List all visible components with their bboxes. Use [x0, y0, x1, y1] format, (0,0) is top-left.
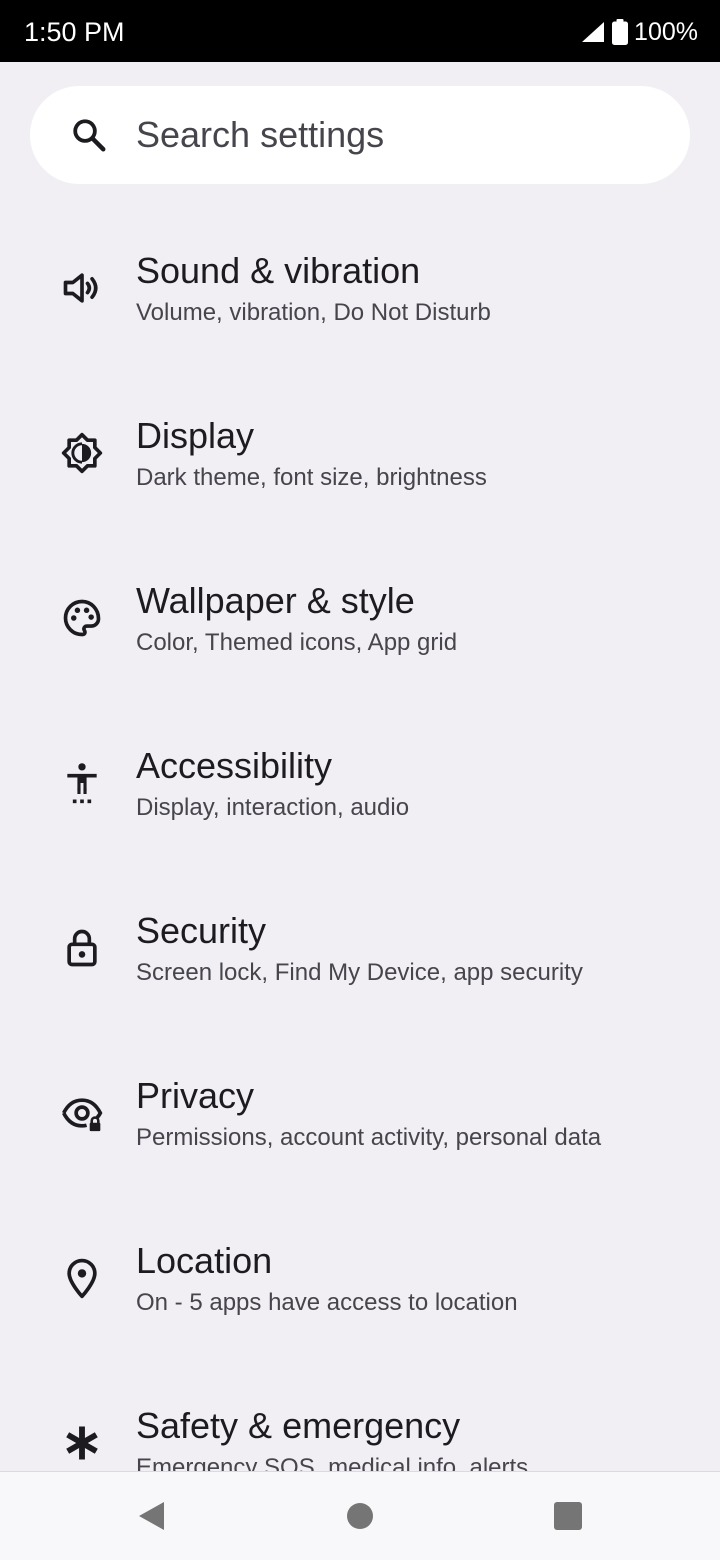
palette-icon	[63, 599, 101, 637]
settings-item-security[interactable]: Security Screen lock, Find My Device, ap…	[0, 866, 720, 1031]
home-icon[interactable]	[344, 1500, 376, 1532]
asterisk-icon	[66, 1426, 98, 1460]
lock-icon	[67, 929, 97, 967]
item-subtitle: Dark theme, font size, brightness	[136, 464, 487, 491]
settings-item-safety-emergency[interactable]: Safety & emergency Emergency SOS, medica…	[0, 1361, 720, 1471]
item-title: Sound & vibration	[136, 250, 421, 291]
status-time: 1:50 PM	[24, 17, 125, 47]
item-title: Wallpaper & style	[136, 580, 415, 621]
item-subtitle: Permissions, account activity, personal …	[136, 1124, 602, 1151]
location-pin-icon	[67, 1258, 97, 1299]
search-placeholder: Search settings	[136, 114, 385, 155]
item-title: Security	[136, 910, 267, 951]
brightness-icon	[61, 432, 103, 474]
item-subtitle: Display, interaction, audio	[136, 794, 410, 821]
settings-item-wallpaper-style[interactable]: Wallpaper & style Color, Themed icons, A…	[0, 536, 720, 701]
recents-icon[interactable]	[552, 1500, 584, 1532]
settings-item-location[interactable]: Location On - 5 apps have access to loca…	[0, 1196, 720, 1361]
item-subtitle: Emergency SOS, medical info, alerts	[136, 1454, 529, 1471]
item-subtitle: Color, Themed icons, App grid	[136, 629, 458, 656]
privacy-eye-icon	[62, 1098, 103, 1132]
item-subtitle: Screen lock, Find My Device, app securit…	[136, 959, 583, 986]
settings-list: Sound & vibration Volume, vibration, Do …	[0, 206, 720, 1471]
item-title: Display	[136, 415, 255, 456]
accessibility-icon	[67, 763, 97, 804]
item-title: Accessibility	[136, 745, 333, 786]
status-bar: 1:50 PM 100%	[0, 0, 720, 62]
back-icon[interactable]	[136, 1500, 168, 1532]
settings-item-accessibility[interactable]: Accessibility Display, interaction, audi…	[0, 701, 720, 866]
settings-item-privacy[interactable]: Privacy Permissions, account activity, p…	[0, 1031, 720, 1196]
item-title: Privacy	[136, 1075, 255, 1116]
signal-icon	[582, 22, 605, 42]
navigation-bar	[0, 1471, 720, 1560]
item-title: Location	[136, 1240, 273, 1281]
search-icon	[73, 119, 106, 152]
item-title: Safety & emergency	[136, 1405, 461, 1446]
item-subtitle: Volume, vibration, Do Not Disturb	[136, 299, 491, 326]
battery-percent: 100%	[634, 18, 698, 46]
settings-item-sound-vibration[interactable]: Sound & vibration Volume, vibration, Do …	[0, 206, 720, 371]
battery-icon	[612, 19, 629, 45]
settings-item-display[interactable]: Display Dark theme, font size, brightnes…	[0, 371, 720, 536]
volume-icon	[63, 273, 98, 303]
search-bar[interactable]: Search settings	[30, 86, 690, 184]
status-icons: 100%	[580, 14, 698, 50]
item-subtitle: On - 5 apps have access to location	[136, 1289, 518, 1316]
